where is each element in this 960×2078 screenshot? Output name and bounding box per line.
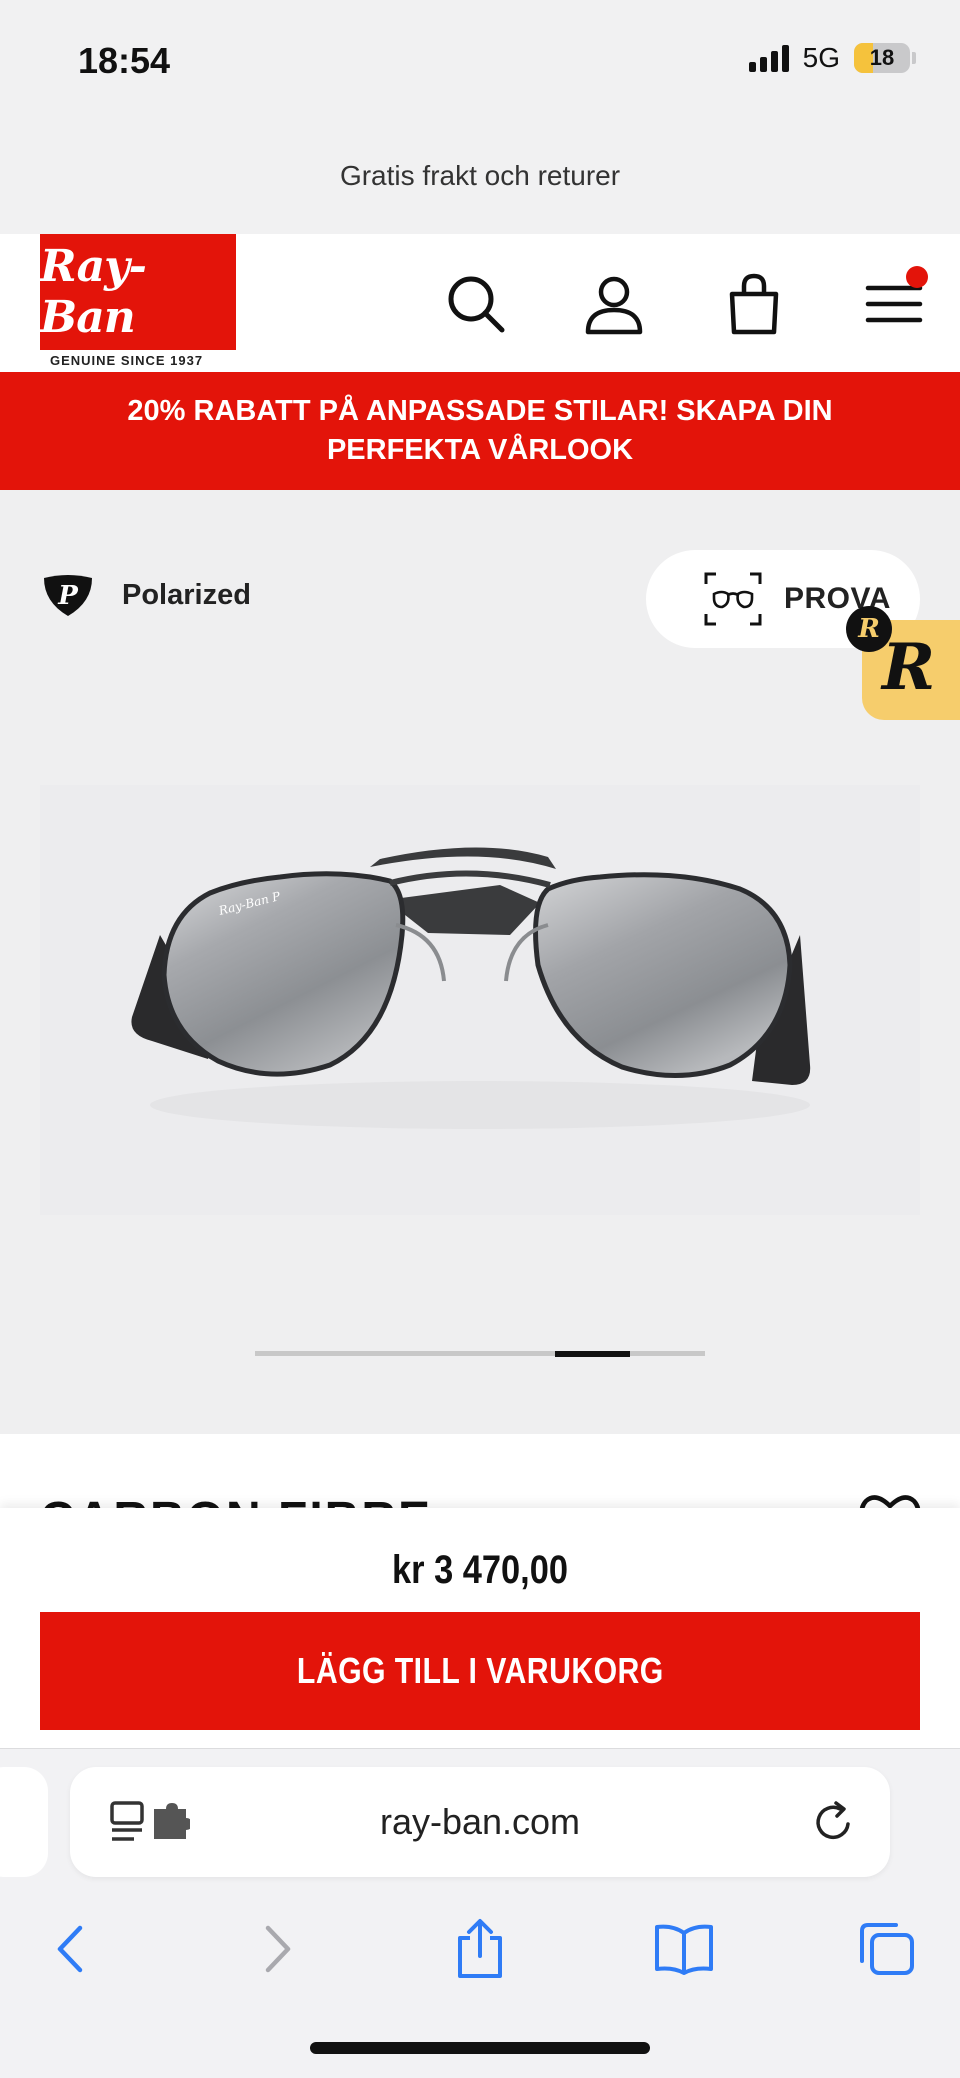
site-header: Ray-Ban GENUINE SINCE 1937 [0, 234, 960, 372]
status-indicators: 5G 18 [748, 42, 916, 74]
battery-icon: 18 [854, 43, 910, 73]
home-indicator [310, 2042, 650, 2054]
notification-dot [906, 266, 928, 288]
polarized-icon: P [44, 575, 92, 616]
carousel-dot[interactable] [480, 1351, 555, 1356]
browser-nav-row [0, 1909, 960, 1989]
url-text: ray-ban.com [379, 1801, 581, 1842]
battery-tip [912, 52, 916, 64]
cart-bag-icon[interactable] [722, 272, 786, 336]
forward-button[interactable] [238, 1909, 318, 1989]
bookmarks-button[interactable] [644, 1909, 724, 1989]
share-button[interactable] [440, 1909, 520, 1989]
chevron-left-icon [57, 1925, 83, 1973]
bookmarks-icon [655, 1924, 713, 1975]
product-price: kr 3 470,00 [391, 1548, 568, 1592]
menu-button[interactable] [862, 266, 928, 336]
promo-text: Gratis frakt och returer [339, 160, 621, 191]
product-page: 18:54 5G 18 Gratis frakt och returer Ray… [0, 0, 960, 2078]
status-bar: 18:54 5G 18 [0, 0, 960, 118]
try-on-glasses-icon [704, 572, 762, 626]
signal-icon [748, 44, 789, 72]
reload-icon[interactable] [812, 1800, 856, 1844]
back-button[interactable] [30, 1909, 110, 1989]
status-time: 18:54 [78, 40, 171, 81]
svg-text:P: P [57, 581, 79, 611]
sunglasses-image[interactable]: Ray-Ban P [40, 785, 920, 1215]
tabs-button[interactable] [846, 1909, 926, 1989]
carousel-indicator[interactable] [255, 1351, 705, 1357]
chevron-right-icon [265, 1925, 291, 1973]
previous-tab-edge[interactable] [0, 1767, 48, 1877]
logo-box: Ray-Ban [40, 234, 236, 350]
network-type: 5G [802, 42, 840, 73]
carousel-dot[interactable] [255, 1351, 330, 1356]
add-to-cart-label: LÄGG TILL I VARUKORG [296, 1650, 664, 1691]
tabs-icon [860, 1923, 914, 1975]
polarized-badge: P Polarized [40, 572, 251, 618]
browser-toolbar: ray-ban.com [0, 1748, 960, 2078]
carousel-dot[interactable] [630, 1351, 705, 1356]
add-to-cart-button[interactable]: LÄGG TILL I VARUKORG [40, 1612, 920, 1730]
carousel-dot[interactable] [405, 1351, 480, 1356]
ray-ban-logo[interactable]: Ray-Ban GENUINE SINCE 1937 [40, 234, 236, 372]
carousel-dot-active[interactable] [555, 1351, 630, 1357]
product-gallery[interactable]: P Polarized PROVA R R Ray-Ban P [0, 490, 960, 1434]
wishlist-heart-icon[interactable] [858, 1492, 922, 1508]
product-name: CARBON FIBRE [40, 1492, 432, 1508]
product-title-section: CARBON FIBRE [0, 1434, 960, 1508]
sale-banner[interactable]: 20% RABATT PÅ ANPASSADE STILAR! SKAPA DI… [0, 372, 960, 490]
battery-level: 18 [869, 45, 895, 70]
sale-banner-text: 20% RABATT PÅ ANPASSADE STILAR! SKAPA DI… [127, 395, 833, 466]
carousel-dot[interactable] [330, 1351, 405, 1356]
sticky-buy-bar: kr 3 470,00 LÄGG TILL I VARUKORG [0, 1508, 960, 1748]
assistant-logo: R [882, 630, 936, 705]
logo-tagline: GENUINE SINCE 1937 [50, 353, 204, 368]
account-icon[interactable] [582, 272, 646, 336]
assistant-badge[interactable]: R [846, 606, 892, 652]
logo-wordmark: Ray-Ban [40, 241, 147, 343]
promo-strip[interactable]: Gratis frakt och returer [0, 118, 960, 234]
address-bar[interactable]: ray-ban.com [70, 1767, 890, 1877]
search-icon[interactable] [444, 272, 508, 336]
share-icon [458, 1919, 502, 1978]
polarized-label: Polarized [122, 578, 251, 611]
